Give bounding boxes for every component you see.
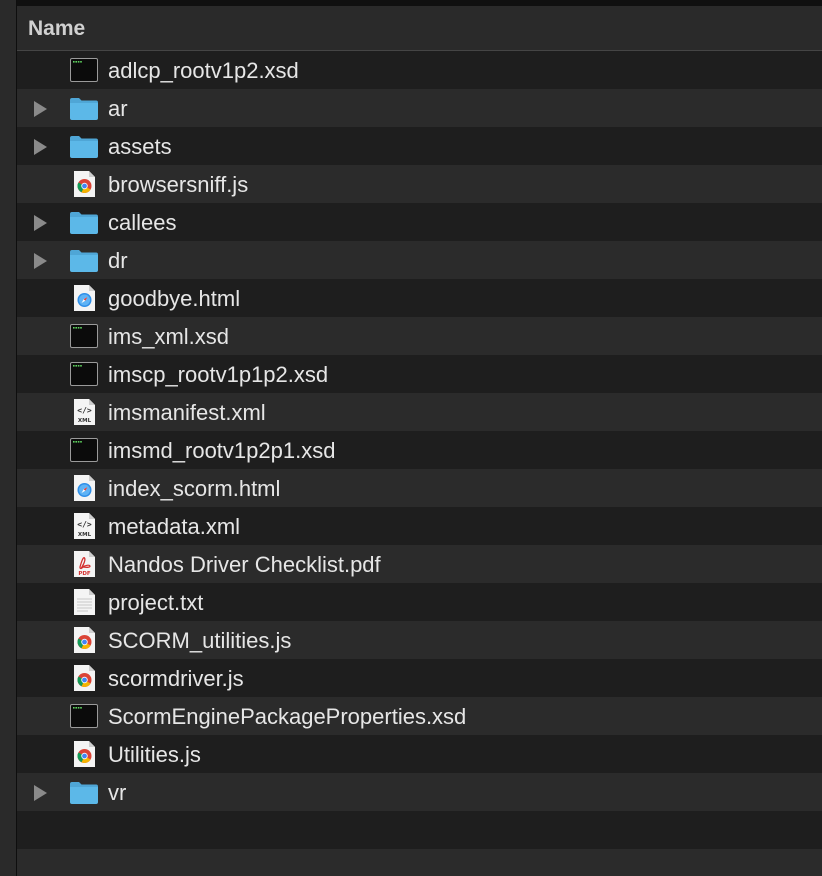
xml-document-icon: </> XML <box>69 512 99 540</box>
file-name: ims_xml.xsd <box>108 324 230 349</box>
safari-document-icon <box>69 284 99 312</box>
terminal-document-icon <box>69 360 99 388</box>
file-name: ar <box>108 96 128 121</box>
svg-text:</>: </> <box>77 520 92 529</box>
svg-text:XML: XML <box>78 418 92 424</box>
file-name: SCORM_utilities.js <box>108 628 292 653</box>
file-row[interactable]: PDF Nandos Driver Checklist.pdf <box>17 545 822 583</box>
folder-icon <box>69 94 99 122</box>
terminal-document-icon <box>69 702 99 730</box>
terminal-document-icon <box>69 322 99 350</box>
disclosure-triangle-icon[interactable] <box>34 139 47 155</box>
empty-row <box>17 849 822 876</box>
file-name: imsmanifest.xml <box>108 400 266 425</box>
chrome-document-icon <box>69 170 99 198</box>
file-row[interactable]: imscp_rootv1p1p2.xsd <box>17 355 822 393</box>
folder-row[interactable]: dr <box>17 241 822 279</box>
sidebar-edge <box>0 0 17 876</box>
folder-row[interactable]: assets <box>17 127 822 165</box>
chrome-document-icon <box>69 740 99 768</box>
svg-text:</>: </> <box>77 406 92 415</box>
folder-icon <box>69 208 99 236</box>
safari-document-icon <box>69 474 99 502</box>
file-list: adlcp_rootv1p2.xsdar assets browsersniff.j… <box>17 51 822 876</box>
file-name: Nandos Driver Checklist.pdf <box>108 552 381 577</box>
file-row[interactable]: adlcp_rootv1p2.xsd <box>17 51 822 89</box>
file-name: index_scorm.html <box>108 476 281 501</box>
disclosure-triangle-icon[interactable] <box>34 253 47 269</box>
file-name: scormdriver.js <box>108 666 244 691</box>
svg-text:PDF: PDF <box>78 571 91 577</box>
file-row[interactable]: browsersniff.js <box>17 165 822 203</box>
file-row[interactable]: goodbye.html <box>17 279 822 317</box>
file-name: imsmd_rootv1p2p1.xsd <box>108 438 336 463</box>
column-header[interactable]: Name <box>17 6 822 51</box>
text-document-icon <box>69 588 99 616</box>
file-row[interactable]: </> XML imsmanifest.xml <box>17 393 822 431</box>
file-name: ScormEnginePackageProperties.xsd <box>108 704 467 729</box>
file-row[interactable]: SCORM_utilities.js <box>17 621 822 659</box>
file-row[interactable]: project.txt <box>17 583 822 621</box>
empty-row <box>17 811 822 849</box>
terminal-document-icon <box>69 436 99 464</box>
folder-row[interactable]: ar <box>17 89 822 127</box>
folder-icon <box>69 132 99 160</box>
disclosure-triangle-icon[interactable] <box>34 785 47 801</box>
file-name: project.txt <box>108 590 204 615</box>
file-row[interactable]: ims_xml.xsd <box>17 317 822 355</box>
name-column-header[interactable]: Name <box>28 17 85 41</box>
file-row[interactable]: scormdriver.js <box>17 659 822 697</box>
file-row[interactable]: </> XML metadata.xml <box>17 507 822 545</box>
file-name: metadata.xml <box>108 514 241 539</box>
file-row[interactable]: Utilities.js <box>17 735 822 773</box>
file-name: adlcp_rootv1p2.xsd <box>108 58 299 83</box>
svg-text:XML: XML <box>78 532 92 538</box>
disclosure-triangle-icon[interactable] <box>34 101 47 117</box>
file-row[interactable]: imsmd_rootv1p2p1.xsd <box>17 431 822 469</box>
file-row[interactable]: index_scorm.html <box>17 469 822 507</box>
chrome-document-icon <box>69 626 99 654</box>
file-name: dr <box>108 248 128 273</box>
terminal-document-icon <box>69 56 99 84</box>
folder-icon <box>69 778 99 806</box>
folder-row[interactable]: callees <box>17 203 822 241</box>
file-name: Utilities.js <box>108 742 201 767</box>
finder-window: Name adlcp_rootv1p2.xsdar assets browsersn… <box>0 0 822 876</box>
file-name: vr <box>108 780 127 805</box>
disclosure-triangle-icon[interactable] <box>34 215 47 231</box>
file-name: imscp_rootv1p1p2.xsd <box>108 362 329 387</box>
file-name: assets <box>108 134 172 159</box>
file-name: callees <box>108 210 177 235</box>
chrome-document-icon <box>69 664 99 692</box>
folder-row[interactable]: vr <box>17 773 822 811</box>
file-name: goodbye.html <box>108 286 241 311</box>
xml-document-icon: </> XML <box>69 398 99 426</box>
file-name: browsersniff.js <box>108 172 249 197</box>
file-row[interactable]: ScormEnginePackageProperties.xsd <box>17 697 822 735</box>
folder-icon <box>69 246 99 274</box>
pdf-document-icon: PDF <box>69 550 99 578</box>
